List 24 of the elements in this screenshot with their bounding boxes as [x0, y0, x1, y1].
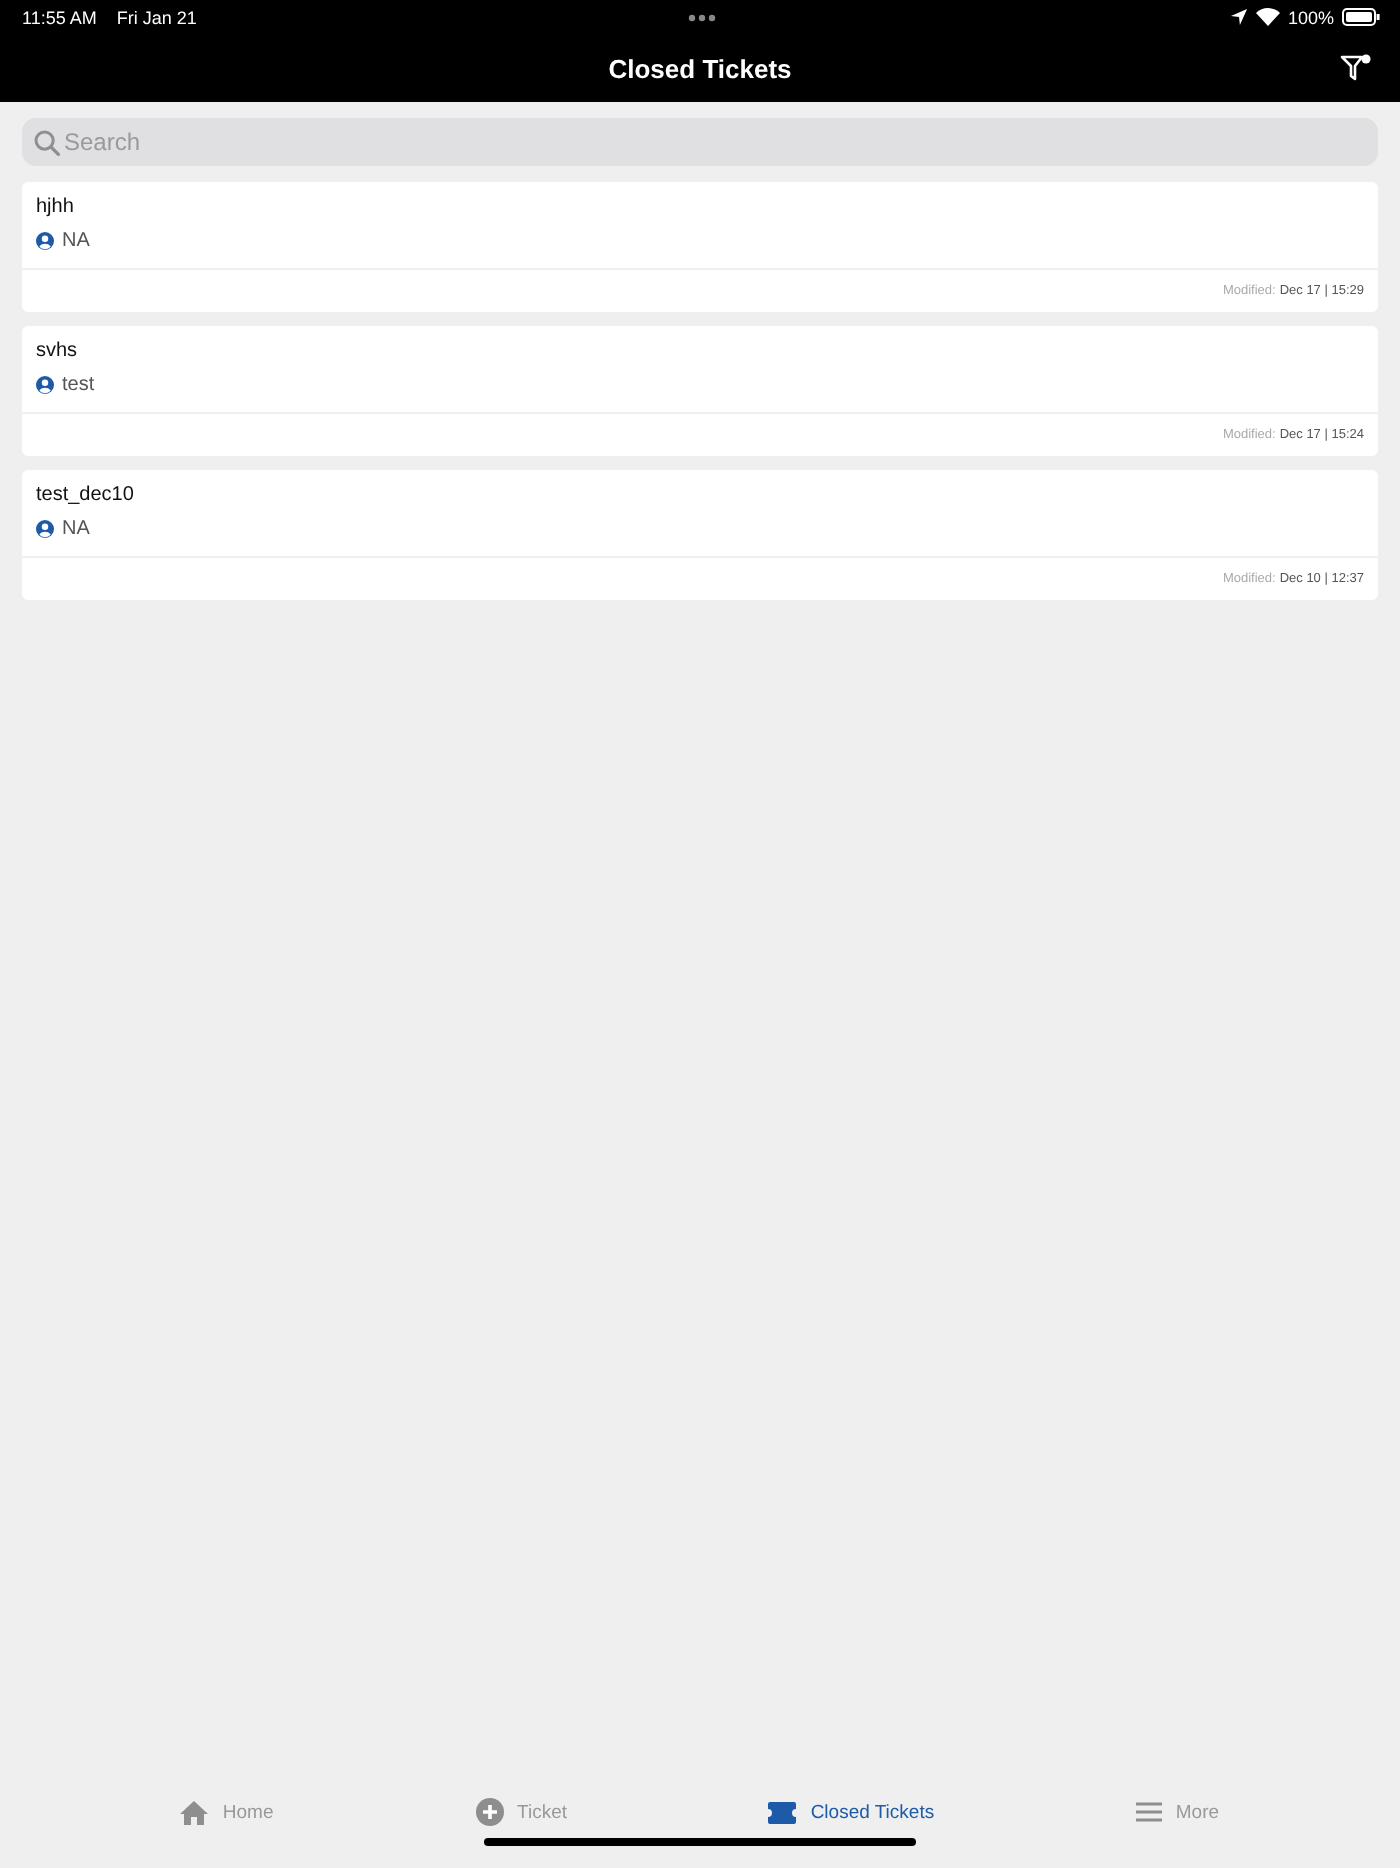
- ticket-title: hjhh: [36, 196, 76, 218]
- ticket-assignee: NA: [62, 230, 90, 252]
- menu-icon: [1135, 1802, 1162, 1822]
- battery-icon: [1342, 8, 1380, 26]
- status-time: 11:55 AM: [22, 7, 97, 27]
- plus-circle-icon: [475, 1798, 504, 1826]
- search-field[interactable]: Search: [22, 118, 1378, 166]
- ticket-assignee: NA: [62, 518, 90, 540]
- ticket-title: test_dec10: [36, 484, 136, 506]
- user-icon: [36, 232, 54, 250]
- ticket-icon: [768, 1801, 797, 1823]
- ticket-assignee: test: [62, 374, 95, 396]
- tab-button[interactable]: Closed Tickets: [760, 1797, 943, 1827]
- home-icon: [180, 1799, 209, 1825]
- location-icon: [1229, 8, 1248, 26]
- user-icon: [36, 376, 54, 394]
- battery-percent: 100%: [1287, 7, 1334, 27]
- status-date: Fri Jan 21: [116, 7, 197, 27]
- ticket-title: svhs: [36, 340, 80, 362]
- wifi-icon: [1255, 8, 1280, 26]
- user-icon: [36, 520, 54, 538]
- more-dots-icon[interactable]: [687, 13, 715, 21]
- nav-title: Closed Tickets: [608, 53, 792, 83]
- filter-icon[interactable]: [1340, 54, 1372, 82]
